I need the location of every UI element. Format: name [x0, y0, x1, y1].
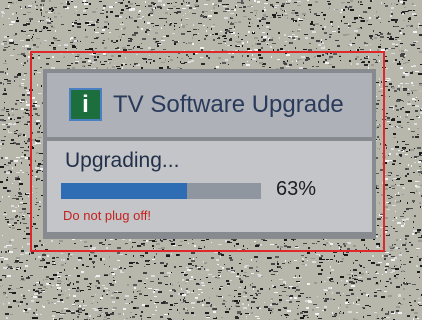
status-text: Upgrading... — [65, 149, 180, 172]
progress-fill — [61, 183, 187, 199]
progress-bar — [61, 183, 261, 199]
warning-text: Do not plug off! — [63, 208, 151, 223]
dialog-body: Upgrading... 63% Do not plug off! — [47, 141, 372, 232]
progress-percentage: 63% — [276, 178, 317, 200]
dialog-header: i TV Software Upgrade — [47, 73, 372, 137]
dialog-title: TV Software Upgrade — [113, 91, 344, 118]
upgrade-dialog: i TV Software Upgrade Upgrading... 63% D… — [43, 69, 376, 239]
info-icon: i — [71, 90, 100, 119]
